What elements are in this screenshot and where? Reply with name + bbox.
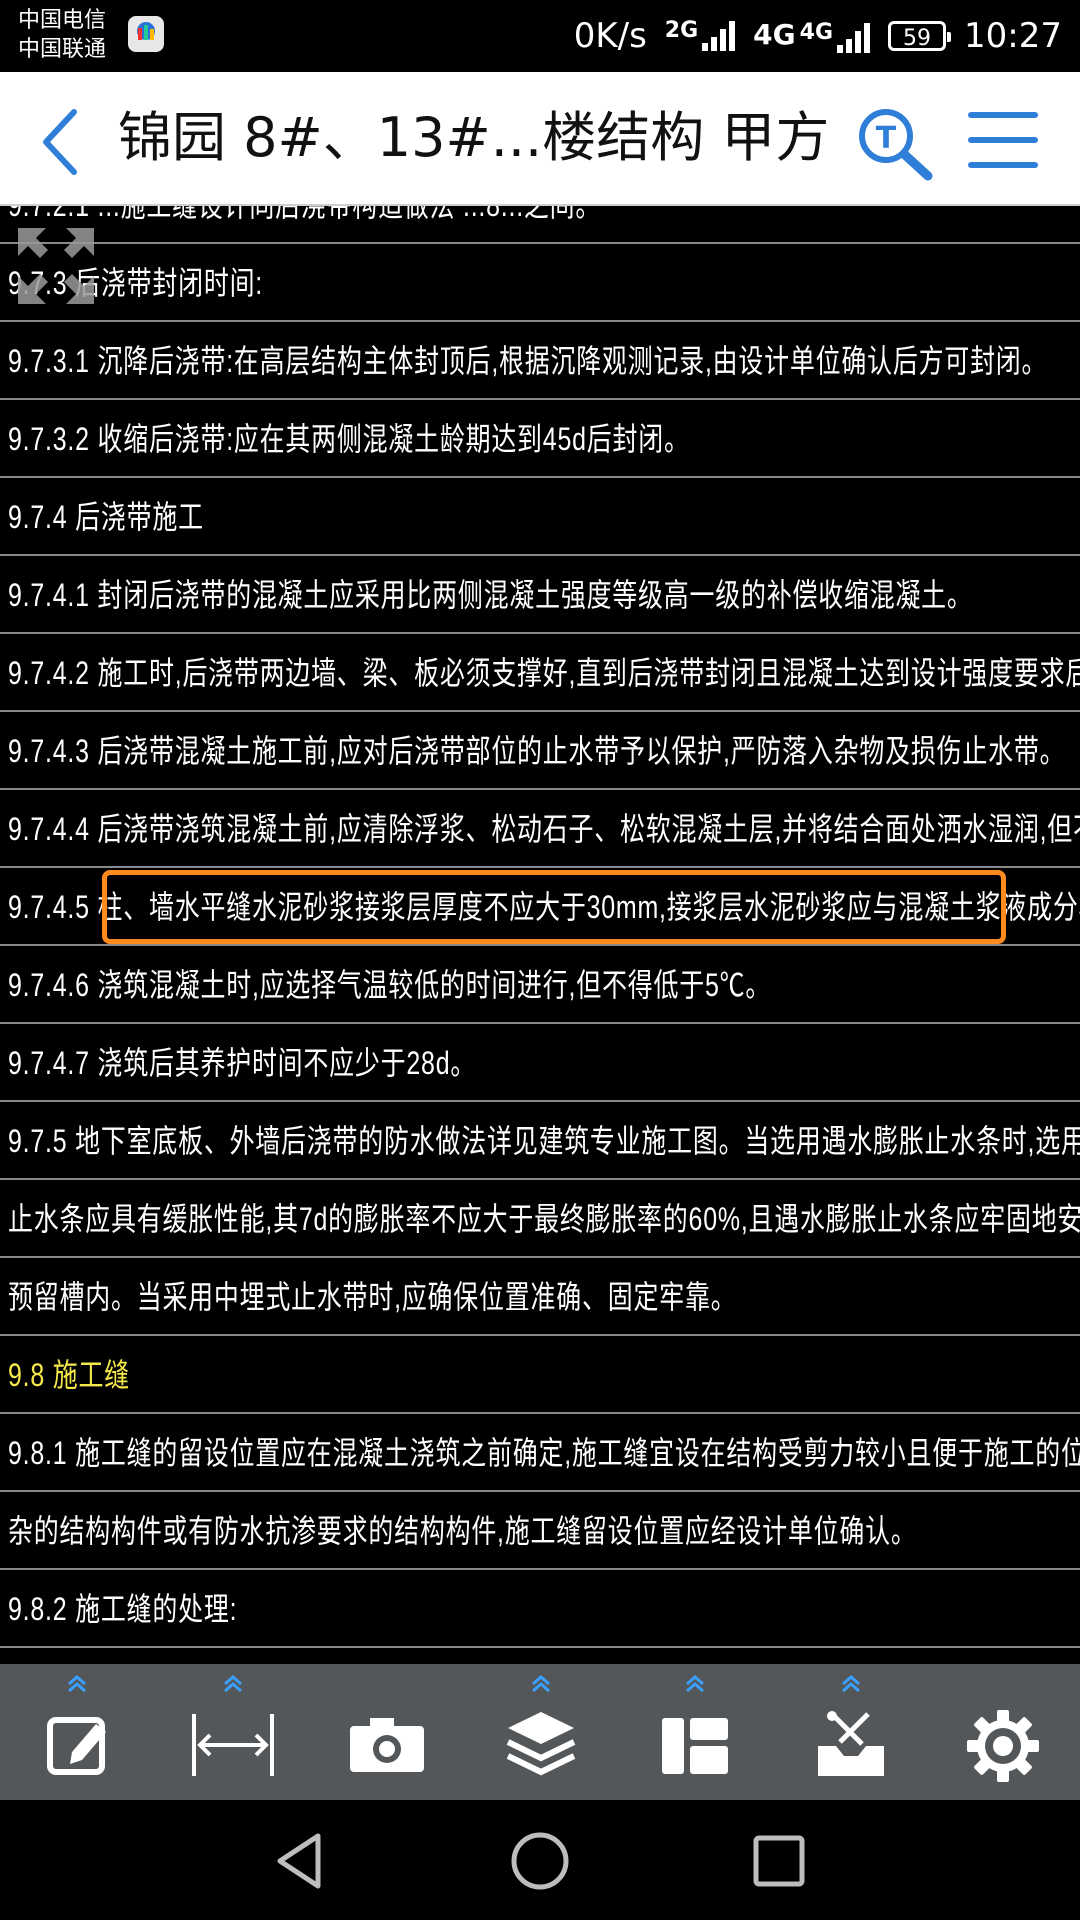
text-line: 9.8 施工缝	[0, 1336, 1080, 1414]
text-line-content: 9.8 施工缝	[8, 1357, 130, 1393]
carrier-info: 中国电信 中国联通	[18, 6, 106, 64]
clock: 10:27	[964, 16, 1062, 56]
toolbox-tool[interactable]	[796, 1664, 906, 1800]
settings-icon	[967, 1710, 1039, 1782]
text-line: 预留槽内。当采用中埋式止水带时,应确保位置准确、固定牢靠。	[0, 1258, 1080, 1336]
network-speed: 0K/s	[573, 16, 647, 56]
back-triangle-icon	[277, 1833, 321, 1889]
expand-up-icon	[224, 1675, 242, 1693]
measure-icon	[192, 1714, 274, 1776]
layout-tool[interactable]	[640, 1664, 750, 1800]
text-line: 9.7.3 后浇带封闭时间:	[0, 244, 1080, 322]
system-nav-bar	[0, 1800, 1080, 1920]
text-line: 9.7.3.2 收缩后浇带:应在其两侧混凝土龄期达到45d后封闭。	[0, 400, 1080, 478]
chevron-left-icon	[43, 109, 77, 175]
settings-tool[interactable]	[948, 1664, 1058, 1800]
text-search-button[interactable]: T	[852, 102, 938, 182]
text-line-content: 9.7.5 地下室底板、外墙后浇带的防水做法详见建筑专业施工图。当选用遇水膨胀止…	[8, 1123, 1080, 1159]
text-line-content: 9.8.1 施工缝的留设位置应在混凝土浇筑之前确定,施工缝宜设在结构受剪力较小且…	[8, 1435, 1080, 1471]
annotate-tool[interactable]	[22, 1664, 132, 1800]
text-line: 9.7.4.2 施工时,后浇带两边墙、梁、板必须支撑好,直到后浇带封闭且混凝土达…	[0, 634, 1080, 712]
text-line: 9.7.4.4 后浇带浇筑混凝土前,应清除浮浆、松动石子、松软混凝土层,并将结合…	[0, 790, 1080, 868]
text-line: 9.8.1 施工缝的留设位置应在混凝土浇筑之前确定,施工缝宜设在结构受剪力较小且…	[0, 1414, 1080, 1492]
home-circle-icon	[511, 1832, 569, 1890]
nav-home-button[interactable]	[507, 1828, 573, 1894]
text-line: 9.8.2 施工缝的处理:	[0, 1570, 1080, 1648]
menu-button[interactable]	[966, 106, 1040, 174]
text-line: 9.7.5 地下室底板、外墙后浇带的防水做法详见建筑专业施工图。当选用遇水膨胀止…	[0, 1102, 1080, 1180]
toolbox-icon	[818, 1711, 884, 1776]
nav-recents-button[interactable]	[746, 1828, 812, 1894]
text-line-content: 预留槽内。当采用中埋式止水带时,应确保位置准确、固定牢靠。	[8, 1279, 737, 1315]
battery-icon: 59	[888, 21, 952, 51]
carrier-2: 中国联通	[18, 37, 107, 62]
text-line: 9.7.3.1 沉降后浇带:在高层结构主体封顶后,根据沉降观测记录,由设计单位确…	[0, 322, 1080, 400]
measure-tool[interactable]	[178, 1664, 288, 1800]
expand-up-icon	[686, 1675, 704, 1693]
signal-icon	[702, 21, 736, 51]
fullscreen-icon	[18, 228, 94, 304]
layers-tool[interactable]	[486, 1664, 596, 1800]
text-line: 止水条应具有缓胀性能,其7d的膨胀率不应大于最终膨胀率的60%,且遇水膨胀止水条…	[0, 1180, 1080, 1258]
text-line: 9.7.4.3 后浇带混凝土施工前,应对后浇带部位的止水带予以保护,严防落入杂物…	[0, 712, 1080, 790]
text-line-content: 9.7.4.1 封闭后浇带的混凝土应采用比两侧混凝土强度等级高一级的补偿收缩混凝…	[8, 577, 973, 613]
text-highlight-box	[102, 870, 1006, 944]
text-line-content: 杂的结构构件或有防水抗渗要求的结构构件,施工缝留设位置应经设计单位确认。	[8, 1513, 917, 1549]
text-line-content: 9.7.4.2 施工时,后浇带两边墙、梁、板必须支撑好,直到后浇带封闭且混凝土达…	[8, 655, 1080, 691]
fullscreen-button[interactable]	[14, 224, 98, 308]
text-line: 杂的结构构件或有防水抗渗要求的结构构件,施工缝留设位置应经设计单位确认。	[0, 1492, 1080, 1570]
text-line: 9.7.4.7 浇筑后其养护时间不应少于28d。	[0, 1024, 1080, 1102]
expand-up-icon	[532, 1675, 550, 1693]
app-notification-icon	[128, 16, 164, 52]
app-header: 锦园 8#、13#...楼结构 甲方 T	[0, 72, 1080, 206]
text-line-content: 9.7.4.6 浇筑混凝土时,应选择气温较低的时间进行,但不得低于5℃。	[8, 967, 772, 1003]
carrier-1: 中国电信	[18, 8, 107, 33]
svg-text:T: T	[876, 121, 897, 156]
text-line-content: 9.7.4.3 后浇带混凝土施工前,应对后浇带部位的止水带予以保护,严防落入杂物…	[8, 733, 1066, 769]
text-line-content: 9.7.4.7 浇筑后其养护时间不应少于28d。	[8, 1045, 477, 1081]
text-line: 9.7.4.1 封闭后浇带的混凝土应采用比两侧混凝土强度等级高一级的补偿收缩混凝…	[0, 556, 1080, 634]
back-button[interactable]	[34, 102, 94, 182]
text-line-content: 9.7.3.2 收缩后浇带:应在其两侧混凝土龄期达到45d后封闭。	[8, 421, 690, 457]
bottom-toolbar	[0, 1664, 1080, 1800]
recents-square-icon	[753, 1835, 805, 1887]
text-line: 9.7.4 后浇带施工	[0, 478, 1080, 556]
text-line-content: 9.7.4 后浇带施工	[8, 499, 204, 535]
text-line-content: 9.7.3.1 沉降后浇带:在高层结构主体封顶后,根据沉降观测记录,由设计单位确…	[8, 343, 1048, 379]
document-title: 锦园 8#、13#...楼结构 甲方	[118, 106, 830, 169]
signal-icon-2	[837, 22, 871, 53]
text-line-content: 止水条应具有缓胀性能,其7d的膨胀率不应大于最终膨胀率的60%,且遇水膨胀止水条…	[8, 1201, 1080, 1237]
layout-icon	[662, 1718, 728, 1774]
text-line: 9.7.2.1 ...施工缝设计同后浇带构造做法 ...8...之间。	[0, 206, 1080, 244]
nav-back-button[interactable]	[268, 1828, 334, 1894]
expand-up-icon	[68, 1675, 86, 1693]
edit-icon	[47, 1717, 106, 1775]
network-type-3: 4G	[799, 19, 834, 45]
text-line-content: 9.7.4.4 后浇带浇筑混凝土前,应清除浮浆、松动石子、松软混凝土层,并将结合…	[8, 811, 1080, 847]
layers-icon	[506, 1712, 576, 1776]
text-line: 9.7.4.6 浇筑混凝土时,应选择气温较低的时间进行,但不得低于5℃。	[0, 946, 1080, 1024]
camera-tool[interactable]	[330, 1664, 440, 1800]
network-type-2: 4G	[753, 17, 796, 51]
camera-icon	[350, 1718, 424, 1772]
hamburger-menu-icon	[968, 112, 1038, 168]
status-bar: 中国电信 中国联通 0K/s 2G 4G 4G 59 10:27	[0, 0, 1080, 72]
network-type-1: 2G	[664, 18, 699, 43]
text-search-icon: T	[859, 109, 933, 181]
expand-up-icon	[842, 1675, 860, 1693]
drawing-viewer[interactable]: 9.7.2.1 ...施工缝设计同后浇带构造做法 ...8...之间。9.7.3…	[0, 206, 1080, 1664]
text-line-content: 9.8.2 施工缝的处理:	[8, 1591, 238, 1627]
